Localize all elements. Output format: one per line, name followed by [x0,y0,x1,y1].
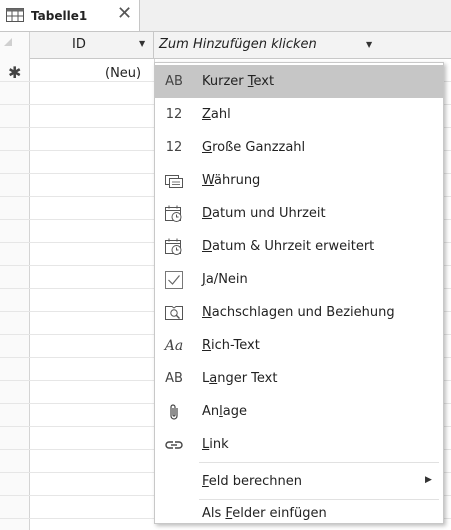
tab-bar-background [140,0,451,31]
calendar-clock-icon [158,197,190,230]
long-text-icon: AB [165,371,183,386]
menu-item-datum-und-uhrzeit[interactable]: Datum und Uhrzeit [155,197,443,230]
new-row-id-cell[interactable]: (Neu) [105,66,141,81]
menu-item-label: Feld berechnen [202,474,302,489]
menu-separator [199,462,439,463]
chevron-down-icon[interactable]: ▼ [366,40,372,49]
menu-item-label: Zahl [202,107,231,122]
checkbox-icon [158,263,190,296]
menu-item-label: Datum & Uhrzeit erweitert [202,239,375,254]
menu-item-label: Anlage [202,404,247,419]
menu-item-label: Große Ganzzahl [202,140,306,155]
rich-text-icon: Aa [164,337,184,354]
menu-item-nachschlagen[interactable]: Nachschlagen und Beziehung [155,296,443,329]
menu-item-label: Ja/Nein [202,272,248,287]
menu-item-ja-nein[interactable]: Ja/Nein [155,263,443,296]
menu-item-datum-uhrzeit-erweitert[interactable]: Datum & Uhrzeit erweitert [155,230,443,263]
new-record-icon: ✱ [8,63,22,82]
menu-item-label: Nachschlagen und Beziehung [202,305,395,320]
menu-item-waehrung[interactable]: Währung [155,164,443,197]
menu-item-langer-text[interactable]: AB Langer Text [155,362,443,395]
menu-item-label: Als Felder einfügen [202,506,327,521]
menu-item-label: Rich-Text [202,338,260,353]
chevron-down-icon[interactable]: ▼ [139,39,145,48]
row-selector-column [0,32,30,530]
menu-item-anlage[interactable]: Anlage [155,395,443,428]
menu-item-label: Währung [202,173,261,188]
menu-item-label: Datum und Uhrzeit [202,206,326,221]
submenu-arrow-icon: ▶ [425,475,432,485]
lookup-icon [158,296,190,329]
number-icon: 12 [165,107,183,122]
menu-item-grosse-ganzzahl[interactable]: 12 Große Ganzzahl [155,131,443,164]
field-type-menu: AB Kurzer Text 12 Zahl 12 Große Ganzzahl… [154,62,444,524]
tab-title: Tabelle1 [31,9,88,23]
menu-item-zahl[interactable]: 12 Zahl [155,98,443,131]
menu-item-kurzer-text[interactable]: AB Kurzer Text [155,65,443,98]
menu-item-label: Kurzer Text [202,74,275,89]
select-all-corner[interactable] [4,38,12,46]
table-icon [6,8,24,22]
column-header-id-label: ID [72,37,86,52]
menu-item-link[interactable]: Link [155,428,443,461]
currency-icon [158,164,190,197]
large-number-icon: 12 [165,140,183,155]
paperclip-icon [158,395,190,428]
column-header-id[interactable] [30,32,154,59]
link-icon [158,428,190,461]
column-header-add-label: Zum Hinzufügen klicken [159,37,317,52]
close-icon[interactable]: ✕ [117,4,132,24]
short-text-icon: AB [165,74,183,89]
calendar-clock-icon [158,230,190,263]
menu-item-label: Langer Text [202,371,278,386]
menu-item-als-felder-einfuegen[interactable]: Als Felder einfügen [155,490,443,523]
menu-item-rich-text[interactable]: Aa Rich-Text [155,329,443,362]
menu-item-label: Link [202,437,229,452]
